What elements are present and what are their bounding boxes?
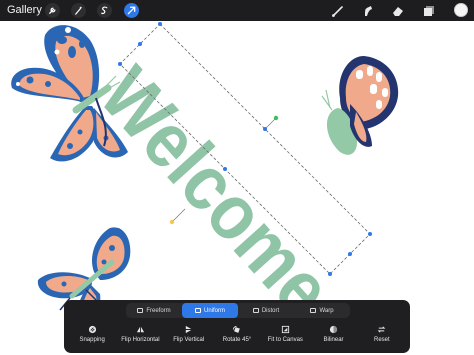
flip-horizontal-icon xyxy=(136,326,145,333)
transform-handle[interactable] xyxy=(328,272,332,276)
wrench-icon[interactable] xyxy=(45,3,60,18)
snapping-icon xyxy=(88,325,96,334)
welcome-text[interactable]: Welcome xyxy=(83,50,349,332)
layers-icon[interactable] xyxy=(421,3,436,18)
transform-handle[interactable] xyxy=(118,62,122,66)
transform-handle[interactable] xyxy=(138,42,142,46)
selection-icon[interactable] xyxy=(97,3,112,18)
smudge-icon[interactable] xyxy=(360,3,375,18)
mode-uniform[interactable]: Uniform xyxy=(182,303,238,318)
brush-icon[interactable] xyxy=(330,3,345,18)
pivot-handle[interactable] xyxy=(169,219,175,225)
butterfly-right xyxy=(321,56,399,155)
transform-handle[interactable] xyxy=(223,167,227,171)
uniform-icon xyxy=(194,308,201,313)
bilinear-icon xyxy=(329,325,338,334)
transform-tools: Snapping Flip Horizontal Flip Vertical R… xyxy=(68,325,406,349)
color-picker-button[interactable] xyxy=(454,3,468,17)
gallery-button[interactable]: Gallery xyxy=(7,4,42,16)
rotate-45-button[interactable]: Rotate 45° xyxy=(213,325,261,349)
fit-canvas-icon xyxy=(281,325,289,334)
transform-arrow-icon[interactable] xyxy=(124,3,139,18)
flip-vertical-button[interactable]: Flip Vertical xyxy=(165,325,213,349)
flip-horizontal-button[interactable]: Flip Horizontal xyxy=(116,325,164,349)
transform-panel: Freeform Uniform Distort Warp Snapping F… xyxy=(64,300,410,353)
fit-to-canvas-button[interactable]: Fit to Canvas xyxy=(261,325,309,349)
transform-handle[interactable] xyxy=(348,252,352,256)
rotation-handle[interactable] xyxy=(273,115,279,121)
reset-button[interactable]: Reset xyxy=(358,325,406,349)
mode-warp[interactable]: Warp xyxy=(294,303,350,318)
distort-icon xyxy=(252,308,259,313)
freeform-icon xyxy=(137,308,144,313)
warp-icon xyxy=(310,308,317,313)
transform-handle[interactable] xyxy=(368,232,372,236)
rotate-icon xyxy=(233,325,241,333)
eraser-icon[interactable] xyxy=(390,3,405,18)
transform-handle[interactable] xyxy=(158,22,162,26)
mode-freeform[interactable]: Freeform xyxy=(126,303,182,318)
flip-vertical-icon xyxy=(186,325,192,334)
top-toolbar: Gallery xyxy=(0,0,474,21)
magic-wand-icon[interactable] xyxy=(71,3,86,18)
mode-distort[interactable]: Distort xyxy=(238,303,294,318)
bilinear-button[interactable]: Bilinear xyxy=(309,325,357,349)
transform-mode-selector: Freeform Uniform Distort Warp xyxy=(126,303,350,318)
snapping-button[interactable]: Snapping xyxy=(68,325,116,349)
reset-icon xyxy=(377,326,386,333)
